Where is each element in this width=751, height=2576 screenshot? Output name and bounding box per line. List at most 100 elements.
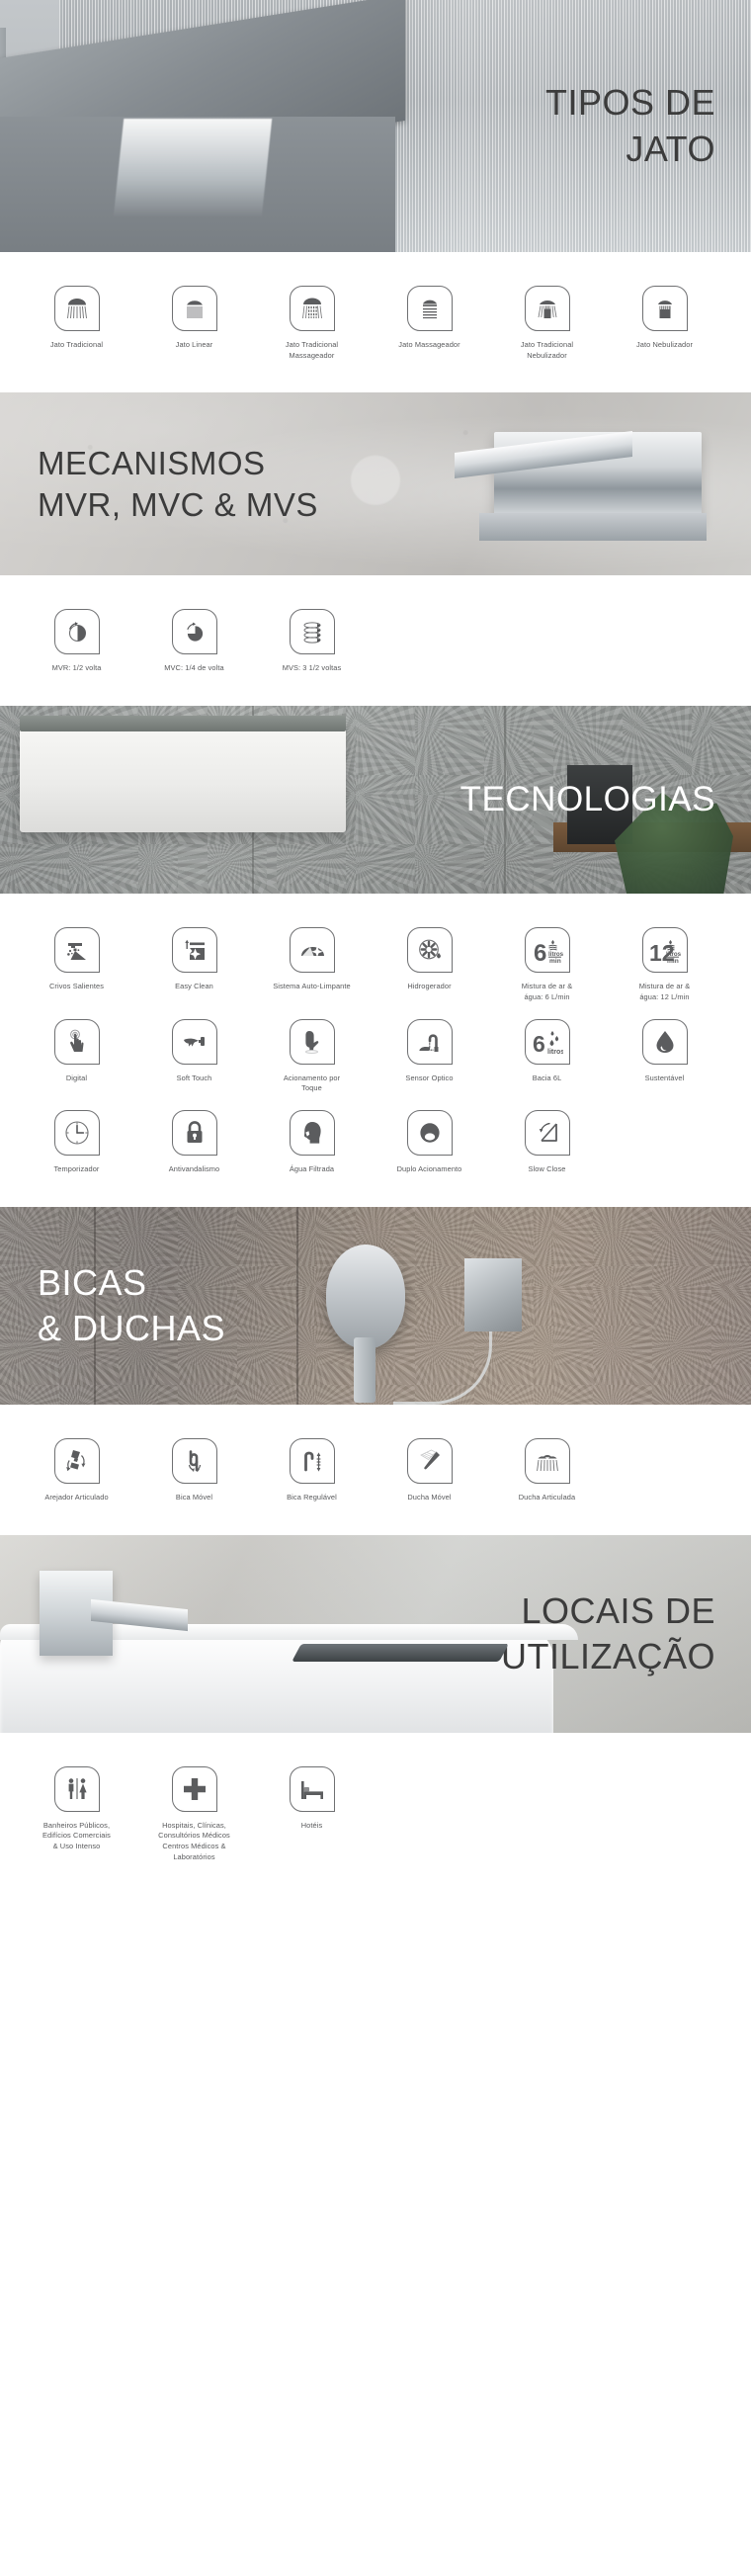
bica-regulavel-icon [289, 1437, 335, 1484]
feature-item[interactable]: MVS: 3 1/2 voltas [253, 599, 371, 680]
svg-text:min: min [549, 958, 561, 965]
feature-item[interactable]: MVC: 1/4 de volta [135, 599, 253, 680]
product-feature-sheet: TIPOS DE JATO Jato Tradicional Jato Line… [0, 0, 751, 1895]
decor-cistern-top [20, 716, 346, 732]
hero-title-bicas-e-duchas: BICAS & DUCHAS [38, 1261, 226, 1348]
digital-icon [53, 1018, 100, 1065]
ducha-movel-icon [406, 1437, 453, 1484]
decor-drain [292, 1643, 509, 1662]
icon-section-mecanismos: MVR: 1/2 volta MVC: 1/4 de volta MVS: 3 … [0, 575, 751, 707]
hero-tecnologias: TECNOLOGIAS [0, 706, 751, 895]
feature-label: Temporizador [53, 1164, 100, 1174]
hero-locais-de-utilizacao: LOCAIS DE UTILIZAÇÃO [0, 1534, 751, 1733]
feature-label: Jato Tradicional [49, 340, 104, 349]
feature-item[interactable]: Sustentável [606, 1009, 723, 1100]
svg-text:6: 6 [534, 940, 546, 965]
hero-mecanismos: MECANISMOS MVR, MVC & MVS [0, 392, 751, 576]
feature-item[interactable]: Slow Close [488, 1100, 606, 1181]
feature-item[interactable]: Sistema Auto-Limpante [253, 917, 371, 1008]
feature-label: Jato Tradicional Nebulizador [520, 340, 574, 360]
quarto-de-volta-icon [171, 609, 217, 655]
icon-section-tipos-de-jato: Jato Tradicional Jato Linear Jato Tradic… [0, 252, 751, 393]
feature-item[interactable]: Soft Touch [135, 1009, 253, 1100]
agua-filtrada-icon [289, 1110, 335, 1157]
feature-item[interactable]: Sensor Optico [371, 1009, 488, 1100]
hero-title-tecnologias: TECNOLOGIAS [459, 779, 715, 818]
feature-label: Crivos Salientes [49, 982, 104, 991]
feature-item[interactable]: Digital [18, 1009, 135, 1100]
icon-section-locais-de-utilizacao: Banheiros Públicos, Edifícios Comerciais… [0, 1732, 751, 1895]
svg-text:min: min [667, 958, 679, 965]
feature-label: Bica Regulável [287, 1492, 337, 1502]
feature-item[interactable]: Acionamento por Toque [253, 1009, 371, 1100]
feature-item[interactable]: 12 litros min Mistura de ar & água: 12 L… [606, 917, 723, 1008]
jato-massageador-icon [406, 286, 453, 331]
feature-item[interactable]: Arejador Articulado [18, 1428, 135, 1509]
hero-bicas-e-duchas: BICAS & DUCHAS [0, 1206, 751, 1405]
icon-row-mecanismos: MVR: 1/2 volta MVC: 1/4 de volta MVS: 3 … [0, 599, 751, 680]
feature-item[interactable]: Duplo Acionamento [371, 1100, 488, 1181]
sustentavel-icon [641, 1018, 688, 1065]
svg-text:6: 6 [533, 1031, 545, 1057]
feature-label: Ducha Móvel [407, 1492, 452, 1502]
feature-label: Jato Massageador [398, 340, 460, 349]
easy-clean-icon [171, 927, 217, 974]
feature-label: MVC: 1/4 de volta [164, 663, 224, 673]
feature-item[interactable]: 6 litros Bacia 6L [488, 1009, 606, 1100]
feature-item[interactable]: Antivandalismo [135, 1100, 253, 1181]
feature-item[interactable]: Temporizador [18, 1100, 135, 1181]
sensor-optico-icon [406, 1018, 453, 1065]
banheiros-publicos-icon [53, 1765, 100, 1812]
feature-item[interactable]: Hospitais, Clínicas, Consultórios Médico… [135, 1757, 253, 1869]
feature-label: Mistura de ar & água: 6 L/min [521, 982, 573, 1001]
feature-item[interactable]: Jato Linear [135, 276, 253, 367]
feature-item[interactable]: MVR: 1/2 volta [18, 599, 135, 680]
icon-section-bicas-e-duchas: Arejador Articulado Bica Móvel Bica Regu… [0, 1404, 751, 1535]
feature-item[interactable]: Água Filtrada [253, 1100, 371, 1181]
feature-label: Hospitais, Clínicas, Consultórios Médico… [158, 1820, 230, 1861]
feature-item[interactable]: Jato Massageador [371, 276, 488, 367]
feature-item[interactable]: Crivos Salientes [18, 917, 135, 1008]
feature-label: Hotéis [300, 1820, 323, 1830]
feature-label: Acionamento por Toque [283, 1073, 341, 1093]
feature-item[interactable]: Jato Nebulizador [606, 276, 723, 367]
feature-item[interactable]: Jato Tradicional Massageador [253, 276, 371, 367]
bica-movel-icon [171, 1437, 217, 1484]
feature-label: MVS: 3 1/2 voltas [282, 663, 342, 673]
feature-label: Hidrogerador [407, 982, 452, 991]
icon-grid-tecnologias: Crivos Salientes Easy Clean Sistema Auto… [0, 917, 751, 1181]
duplo-acionamento-icon [406, 1110, 453, 1157]
arejador-articulado-icon [53, 1437, 100, 1484]
feature-label: Bacia 6L [532, 1073, 562, 1082]
feature-label: Sistema Auto-Limpante [273, 982, 351, 991]
feature-label: Banheiros Públicos, Edifícios Comerciais… [42, 1820, 111, 1851]
feature-label: Duplo Acionamento [396, 1164, 462, 1174]
icon-section-tecnologias: Crivos Salientes Easy Clean Sistema Auto… [0, 894, 751, 1207]
icon-row-tipos-de-jato: Jato Tradicional Jato Linear Jato Tradic… [0, 276, 751, 367]
feature-item[interactable]: Banheiros Públicos, Edifícios Comerciais… [18, 1757, 135, 1869]
feature-item[interactable]: Bica Regulável [253, 1428, 371, 1509]
hospitais-clinicas-icon [171, 1765, 217, 1812]
feature-item[interactable]: Easy Clean [135, 917, 253, 1008]
feature-item[interactable]: Jato Tradicional [18, 276, 135, 367]
bacia-6l-icon: 6 litros [524, 1018, 570, 1065]
feature-item[interactable]: Hotéis [253, 1757, 371, 1869]
hoteis-icon [289, 1765, 335, 1812]
jato-tradicional-massageador-icon [289, 286, 335, 331]
antivandalismo-icon [171, 1110, 217, 1157]
feature-label: Jato Tradicional Massageador [285, 340, 339, 360]
feature-item[interactable]: Bica Móvel [135, 1428, 253, 1509]
feature-item[interactable]: Hidrogerador [371, 917, 488, 1008]
feature-label: Bica Móvel [175, 1492, 213, 1502]
svg-text:litros: litros [547, 1049, 563, 1056]
feature-item[interactable]: Ducha Móvel [371, 1428, 488, 1509]
crivos-salientes-icon [53, 927, 100, 974]
feature-label: Ducha Articulada [518, 1492, 576, 1502]
tres-voltas-e-meia-icon [289, 609, 335, 655]
feature-label: Sensor Optico [405, 1073, 454, 1082]
feature-item[interactable]: Ducha Articulada [488, 1428, 606, 1509]
feature-label: Sustentável [644, 1073, 685, 1082]
feature-item[interactable]: 6 litros min Mistura de ar & água: 6 L/m… [488, 917, 606, 1008]
feature-item[interactable]: Jato Tradicional Nebulizador [488, 276, 606, 367]
acionamento-por-toque-icon [289, 1018, 335, 1065]
